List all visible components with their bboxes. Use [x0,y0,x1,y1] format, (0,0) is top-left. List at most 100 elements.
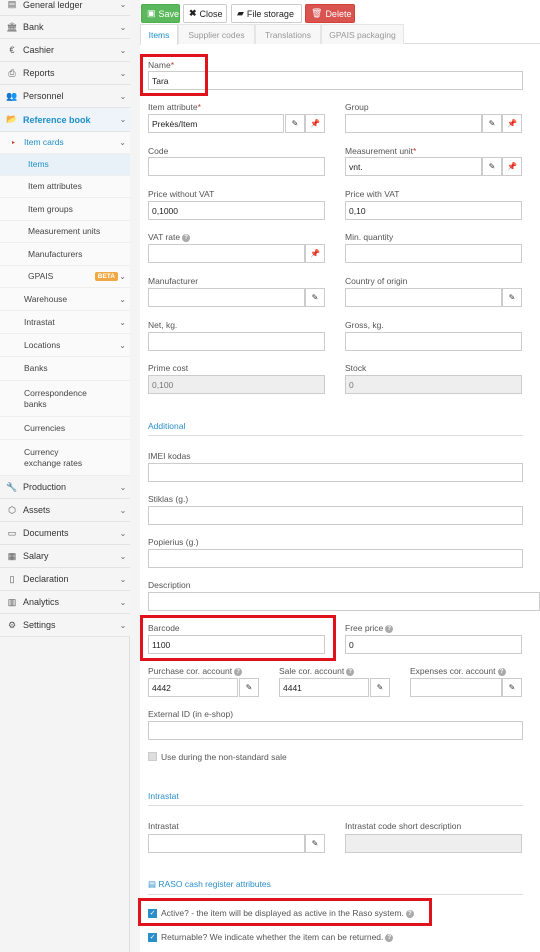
help-icon: ? [497,667,506,676]
pin-icon[interactable]: 📌 [305,244,325,263]
additional-section-title: Additional [148,421,523,436]
sale-cor-account-label: Sale cor. account? [279,666,355,676]
sidebar-item-item-groups[interactable]: Item groups [0,198,130,221]
sidebar-item-correspondence-banks[interactable]: Correspondence banks [0,381,130,417]
country-of-origin-label: Country of origin [345,276,408,286]
external-id-input[interactable] [148,721,523,740]
sidebar-item-label: Banks [24,363,48,373]
tab-items[interactable]: Items [140,24,178,45]
pin-icon[interactable]: 📌 [305,114,325,133]
free-price-input[interactable]: 0 [345,635,522,654]
pencil-icon[interactable]: ✎ [285,114,305,133]
intrastat-input[interactable] [148,834,305,853]
sidebar-item-label: Manufacturers [28,248,83,259]
file-storage-button[interactable]: ▰ File storage [231,4,302,23]
pencil-icon[interactable]: ✎ [502,288,522,307]
sidebar-item-general-ledger[interactable]: ▤ General ledger ⌄ [0,0,130,16]
sidebar-item-banks[interactable]: Banks [0,357,130,381]
min-quantity-input[interactable] [345,244,522,263]
delete-button[interactable]: 🗑 Delete [305,4,355,23]
net-kg-input[interactable] [148,332,325,351]
stiklas-input[interactable] [148,506,523,525]
tab-gpais-packaging[interactable]: GPAIS packaging [321,24,404,44]
sidebar-item-bank[interactable]: 🏛 Bank ⌄ [0,16,130,39]
pencil-icon[interactable]: ✎ [502,678,522,697]
sidebar-item-manufacturers[interactable]: Manufacturers [0,243,130,266]
beta-badge: BETA [94,272,118,281]
sidebar-item-label: Items [28,159,49,169]
sidebar-item-assets[interactable]: ⬡ Assets ⌄ [0,499,130,522]
item-attribute-input[interactable]: Prekės/Item [148,114,284,133]
chevron-down-icon: ⌄ [119,22,127,32]
sidebar-item-salary[interactable]: ▦ Salary ⌄ [0,545,130,568]
sidebar-item-currencies[interactable]: Currencies [0,417,130,440]
sidebar-item-reports[interactable]: ⎙ Reports ⌄ [0,62,130,85]
gross-kg-input[interactable] [345,332,522,351]
save-button-label: Save [158,8,180,19]
sidebar-item-reference-book[interactable]: 📂 Reference book ⌄ [0,108,130,132]
pencil-icon[interactable]: ✎ [305,834,325,853]
sidebar-item-settings[interactable]: ⚙ Settings ⌄ [0,614,130,637]
pencil-icon[interactable]: ✎ [482,114,502,133]
popierius-input[interactable] [148,549,523,568]
sidebar-item-cashier[interactable]: € Cashier ⌄ [0,39,130,62]
save-button[interactable]: ▣ Save [141,4,180,23]
chevron-down-icon: ⌄ [119,528,127,538]
group-input[interactable] [345,114,482,133]
price-without-vat-input[interactable]: 0,1000 [148,201,325,220]
close-button[interactable]: ✖ Close [183,4,227,23]
measurement-unit-input[interactable]: vnt. [345,157,482,176]
sidebar-item-declaration[interactable]: ▯ Declaration ⌄ [0,568,130,591]
expenses-cor-account-input[interactable] [410,678,502,697]
price-with-vat-input[interactable]: 0,10 [345,201,522,220]
sidebar-item-label: Bank [23,22,44,32]
pencil-icon[interactable]: ✎ [482,157,502,176]
close-icon: ✖ [189,8,197,18]
sidebar-item-items[interactable]: Items [0,154,130,176]
sidebar-item-documents[interactable]: ▭ Documents ⌄ [0,522,130,545]
manufacturer-label: Manufacturer [148,276,199,286]
pencil-icon[interactable]: ✎ [305,288,325,307]
description-input[interactable] [148,592,540,611]
chevron-down-icon: ⌄ [119,0,127,9]
returnable-checkbox[interactable]: ✓ [148,933,157,942]
sidebar-item-analytics[interactable]: ▥ Analytics ⌄ [0,591,130,614]
chevron-down-icon: ⌄ [119,597,127,607]
imei-input[interactable] [148,463,523,482]
sidebar-item-production[interactable]: 🔧 Production ⌄ [0,476,130,499]
chevron-down-icon: ⌄ [119,115,127,124]
group-label: Group [345,102,369,112]
sidebar-item-label: Cashier [23,45,55,55]
delete-button-label: Delete [325,8,352,19]
bullet-icon: ▸ [12,140,16,146]
purchase-cor-account-input[interactable]: 4442 [148,678,238,697]
sidebar-item-item-attributes[interactable]: Item attributes [0,176,130,198]
sidebar-item-measurement-units[interactable]: Measurement units [0,221,130,243]
code-input[interactable] [148,157,325,176]
pin-icon[interactable]: 📌 [502,114,522,133]
sidebar-item-label: Documents [23,528,69,538]
bank-icon: 🏛 [6,21,18,32]
sidebar-item-warehouse[interactable]: Warehouse ⌄ [0,288,130,311]
sidebar-item-currency-exchange-rates[interactable]: Currency exchange rates [0,440,130,476]
tab-supplier-codes[interactable]: Supplier codes [178,24,255,44]
vat-rate-input[interactable] [148,244,305,263]
sidebar-item-intrastat[interactable]: Intrastat ⌄ [0,311,130,334]
item-card-form: ▣ Save ✖ Close ▰ File storage 🗑 Delete I… [138,0,540,952]
folder-icon: 📂 [6,114,18,124]
sidebar-item-label: Production [23,482,67,492]
manufacturer-input[interactable] [148,288,305,307]
pencil-icon[interactable]: ✎ [239,678,259,697]
sidebar-item-gpais[interactable]: GPAIS BETA ⌄ [0,266,130,288]
sidebar-item-locations[interactable]: Locations ⌄ [0,334,130,357]
pin-icon[interactable]: 📌 [502,157,522,176]
highlight-box-name [140,54,208,96]
tab-translations[interactable]: Translations [255,24,321,44]
pencil-icon[interactable]: ✎ [370,678,390,697]
sidebar-item-personnel[interactable]: 👥 Personnel ⌄ [0,85,130,108]
country-of-origin-input[interactable] [345,288,502,307]
non-standard-sale-checkbox[interactable] [148,752,157,761]
intrastat-desc-field [345,834,522,853]
sale-cor-account-input[interactable]: 4441 [279,678,369,697]
sidebar-item-item-cards[interactable]: ▸ Item cards ⌄ [0,132,130,154]
